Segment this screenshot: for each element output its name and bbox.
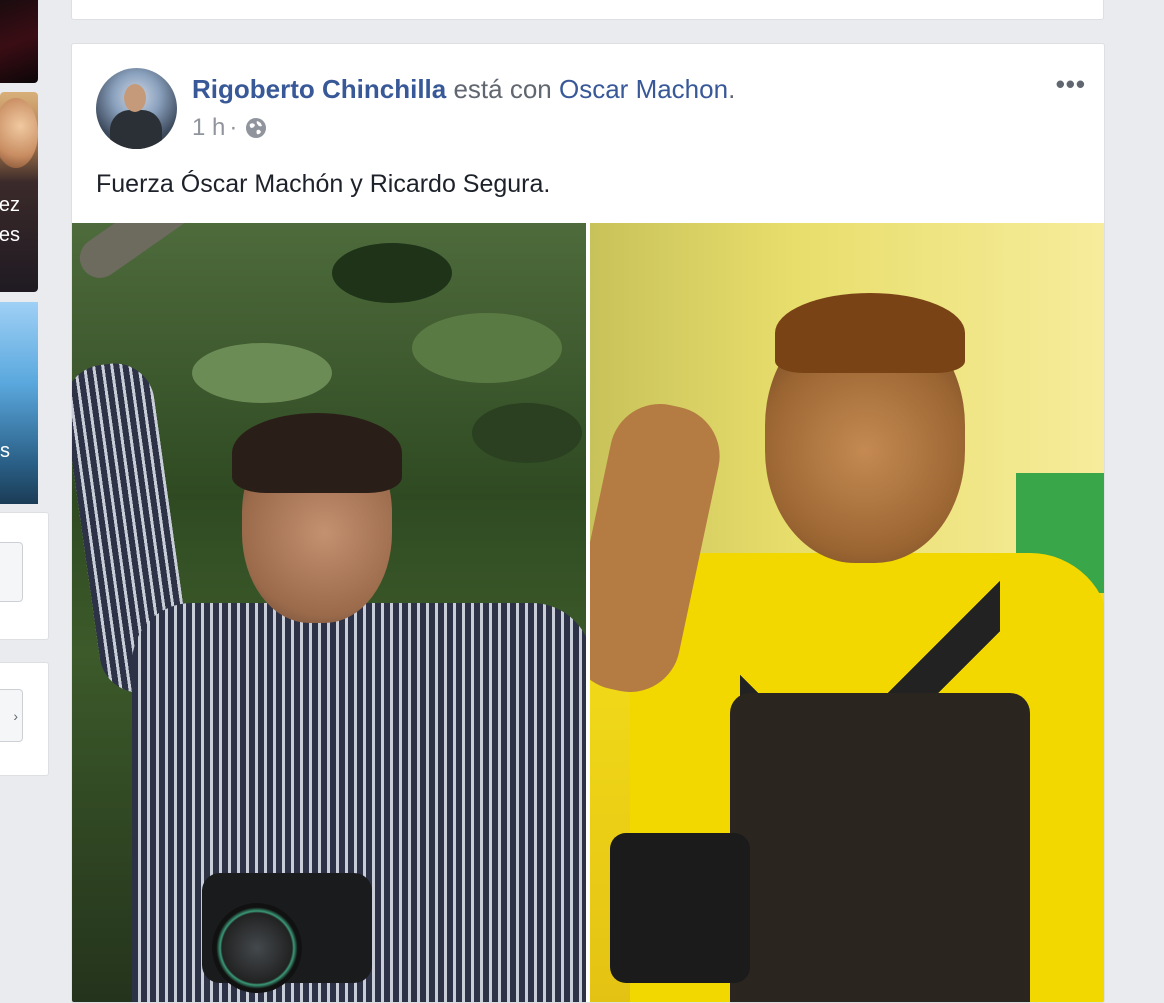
tree-branch [72,223,243,286]
photo-grid [72,223,1104,1002]
post-photo-right[interactable] [590,223,1104,1002]
sidebar-card-button[interactable]: › [0,689,23,742]
post-text: Fuerza Óscar Machón y Ricardo Segura. [96,170,551,198]
leaf [332,243,452,303]
post-options-button[interactable]: ••• [1056,71,1086,97]
globe-icon[interactable] [245,117,267,139]
camera-lens [212,903,302,993]
meta-separator: · [229,114,238,141]
author-name-link[interactable]: Rigoberto Chinchilla [192,74,446,104]
previous-post-card [71,0,1104,20]
leaf [412,313,562,383]
thumbnail-image [0,98,38,168]
story-thumbnail[interactable] [0,0,38,83]
story-thumbnail[interactable]: ez es [0,92,38,292]
thumbnail-caption: ez [0,194,20,216]
leaf [192,343,332,403]
camera-vest [730,693,1030,1002]
left-sidebar: ez es s › [0,0,49,992]
thumbnail-caption: s [0,440,10,462]
with-text: está con [453,74,552,104]
camera [202,873,372,993]
author-avatar[interactable] [96,68,177,149]
feed-post: Rigoberto Chinchilla está con Oscar Mach… [71,43,1105,1003]
avatar-figure [110,110,162,149]
story-thumbnail[interactable]: s [0,302,38,504]
post-header: Rigoberto Chinchilla está con Oscar Mach… [192,74,735,105]
sidebar-card: › [0,662,49,776]
header-period: . [728,74,736,104]
post-photo-left[interactable] [72,223,586,1002]
man-hair [232,413,402,493]
tagged-person-link[interactable]: Oscar Machon [559,74,728,104]
sidebar-card [0,512,49,640]
post-timestamp[interactable]: 1 h [192,114,225,142]
avatar-head [124,84,146,112]
sidebar-card-button[interactable] [0,542,23,602]
man-hair [775,293,965,373]
leaf [472,403,582,463]
camera [610,833,750,983]
post-meta: 1 h · [192,114,267,142]
thumbnail-caption: es [0,224,20,246]
